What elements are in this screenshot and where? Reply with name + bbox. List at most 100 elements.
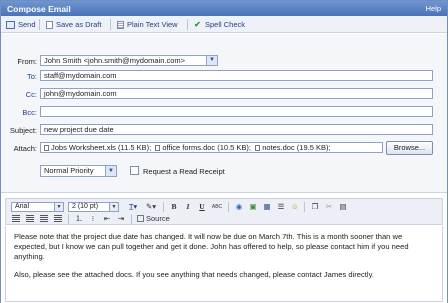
align-center-icon (26, 215, 34, 222)
attachment-item[interactable]: notes.doc (19.5 KB); (255, 143, 331, 152)
chevron-down-icon: ▼ (105, 166, 116, 176)
compose-email-window: Compose Email Help Send Save as Draft Pl… (0, 0, 448, 303)
copy-icon: ❐ (311, 202, 319, 211)
link-button[interactable]: ◉ (234, 202, 244, 212)
cc-field[interactable]: john@mydomain.com (40, 88, 433, 99)
outdent-button[interactable]: ⇤ (102, 214, 112, 224)
plain-text-view-button[interactable]: Plain Text View (117, 19, 178, 30)
message-body[interactable]: Please note that the project due date ha… (5, 226, 443, 302)
chevron-down-icon: ▼ (206, 56, 217, 65)
align-right-icon (40, 215, 48, 222)
numbered-list-icon: ⒈ (75, 214, 83, 223)
attachment-item[interactable]: Jobs Worksheet.xls (11.5 KB); (44, 143, 151, 152)
bcc-field[interactable] (40, 106, 433, 117)
toolbar-divider (187, 19, 188, 30)
align-center-button[interactable] (25, 214, 35, 224)
horizontal-rule-button[interactable]: ☰ (276, 202, 286, 212)
italic-icon: I (186, 202, 190, 211)
text-document-icon (117, 20, 124, 29)
save-draft-button[interactable]: Save as Draft (46, 19, 101, 30)
font-size-select[interactable]: 2 (10 pt) ▼ (68, 202, 119, 212)
paste-button[interactable]: ▤ (338, 202, 348, 212)
body-paragraph: Please note that the project due date ha… (14, 232, 409, 261)
align-right-button[interactable] (39, 214, 49, 224)
text-color-button[interactable]: T̲▾ (126, 202, 140, 212)
subject-field[interactable]: new project due date (40, 124, 433, 135)
indent-button[interactable]: ⇥ (116, 214, 126, 224)
table-icon: ▦ (263, 202, 271, 211)
subject-label: Subject: (9, 126, 37, 135)
clipboard-icon: ▤ (339, 202, 347, 211)
image-button[interactable]: ▣ (248, 202, 258, 212)
toolbar-divider (68, 214, 69, 224)
toolbar-divider (228, 202, 229, 212)
read-receipt-label: Request a Read Receipt (143, 167, 225, 176)
align-left-icon (12, 215, 20, 222)
cut-button[interactable]: ✂ (324, 202, 334, 212)
scissors-icon: ✂ (325, 202, 333, 211)
spell-check-button[interactable]: ✔ Spell Check (193, 19, 245, 30)
source-icon (137, 215, 144, 222)
plain-text-label: Plain Text View (127, 20, 178, 29)
rich-text-editor: Arial ▼ 2 (10 pt) ▼ T̲▾ ✎▾ B I U ABC ◉ ▣… (1, 194, 447, 303)
emoticon-button[interactable]: ☺ (290, 202, 300, 212)
attach-label: Attach: (13, 144, 37, 153)
editor-toolbar: Arial ▼ 2 (10 pt) ▼ T̲▾ ✎▾ B I U ABC ◉ ▣… (5, 198, 443, 225)
title-bar: Compose Email Help (1, 1, 447, 16)
file-icon (255, 145, 261, 151)
body-paragraph: Also, please see the attached docs. If y… (14, 270, 374, 279)
align-left-button[interactable] (11, 214, 21, 224)
table-button[interactable]: ▦ (262, 202, 272, 212)
compose-toolbar: Send Save as Draft Plain Text View ✔ Spe… (1, 16, 447, 33)
bold-button[interactable]: B (169, 202, 179, 212)
to-label[interactable]: To: (1, 72, 37, 81)
window-title: Compose Email (7, 4, 71, 14)
attachment-item[interactable]: office forms.doc (10.5 KB); (155, 143, 251, 152)
file-icon (155, 145, 161, 151)
priority-select[interactable]: Normal Priority ▼ (40, 165, 117, 177)
send-button[interactable]: Send (6, 19, 36, 30)
indent-icon: ⇥ (117, 214, 125, 223)
from-value: John Smith <john.smith@mydomain.com> (44, 56, 186, 65)
from-label: From: (17, 57, 37, 66)
help-link[interactable]: Help (426, 4, 441, 13)
bold-icon: B (171, 202, 177, 211)
toolbar-divider (110, 19, 111, 30)
chevron-down-icon: ▼ (109, 203, 118, 211)
to-field[interactable]: staff@mydomain.com (40, 70, 433, 81)
read-receipt-checkbox[interactable] (130, 166, 139, 175)
bcc-label[interactable]: Bcc: (1, 108, 37, 117)
envelope-icon (6, 20, 15, 29)
message-header-form: From: John Smith <john.smith@mydomain.co… (1, 34, 447, 193)
font-family-select[interactable]: Arial ▼ (11, 202, 64, 212)
background-color-button[interactable]: ✎▾ (144, 202, 158, 212)
image-icon: ▣ (249, 202, 257, 211)
save-draft-label: Save as Draft (56, 20, 102, 29)
spell-check-editor-button[interactable]: ABC (211, 202, 223, 212)
bulleted-list-button[interactable]: ⁝ (88, 214, 98, 224)
attachments-field[interactable]: Jobs Worksheet.xls (11.5 KB); office for… (40, 142, 383, 153)
font-family-value: Arial (15, 203, 30, 210)
browse-button[interactable]: Browse... (386, 141, 433, 155)
from-select[interactable]: John Smith <john.smith@mydomain.com> ▼ (40, 55, 218, 66)
outdent-icon: ⇤ (103, 214, 111, 223)
underline-button[interactable]: U (197, 202, 207, 212)
font-size-value: 2 (10 pt) (72, 203, 99, 210)
horizontal-rule-icon: ☰ (277, 202, 285, 211)
toolbar-divider (131, 214, 132, 224)
toolbar-divider (39, 19, 40, 30)
globe-icon: ◉ (235, 202, 243, 211)
toolbar-divider (304, 202, 305, 212)
highlight-icon: ✎▾ (145, 202, 157, 211)
numbered-list-button[interactable]: ⒈ (74, 214, 84, 224)
checkmark-icon: ✔ (194, 19, 201, 29)
justify-button[interactable] (53, 214, 63, 224)
source-button[interactable]: Source (137, 214, 177, 224)
cc-label[interactable]: Cc: (1, 90, 37, 99)
copy-button[interactable]: ❐ (310, 202, 320, 212)
bulleted-list-icon: ⁝ (91, 214, 95, 223)
source-label: Source (146, 214, 170, 223)
justify-icon (54, 215, 62, 222)
italic-button[interactable]: I (183, 202, 193, 212)
toolbar-divider (163, 202, 164, 212)
